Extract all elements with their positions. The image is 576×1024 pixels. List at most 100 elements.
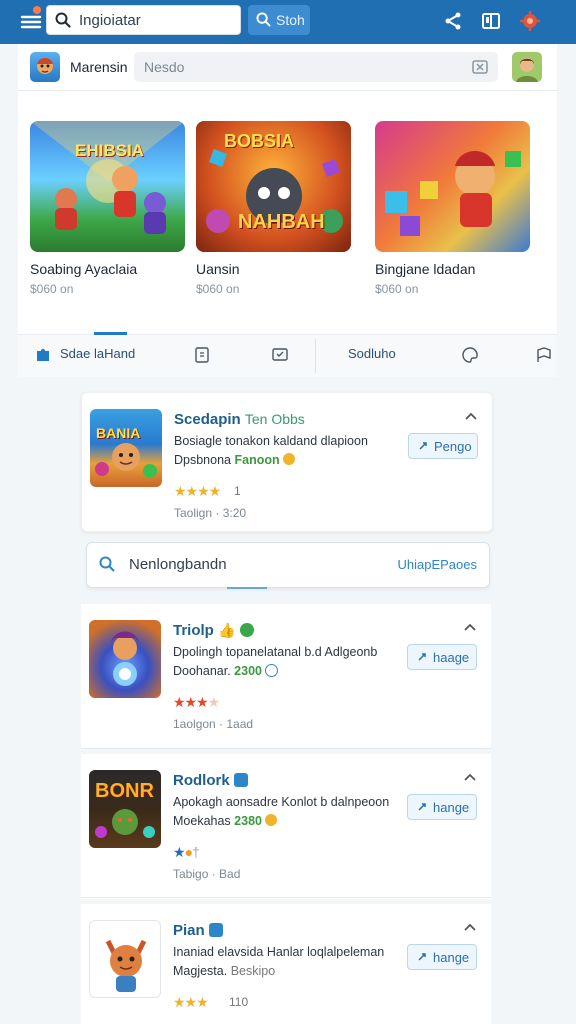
install-button[interactable]: hange [407, 944, 477, 970]
fox-character-icon [105, 939, 147, 992]
badge-icon [208, 923, 223, 937]
inline-search-bar[interactable]: Nenlongbandn UhiapEPaoes [86, 542, 490, 589]
app-card[interactable]: BANIA Scedapin Ten Obbs Bosiagle tonakon… [81, 392, 493, 532]
install-button[interactable]: hange [407, 794, 477, 820]
clear-icon[interactable] [472, 59, 488, 75]
share-icon[interactable] [442, 10, 464, 32]
link-icon [418, 953, 426, 961]
document-icon[interactable] [193, 346, 211, 364]
info-icon [265, 664, 279, 677]
rating-count: 1 [234, 484, 241, 498]
verified-icon [239, 623, 254, 637]
tab-featured[interactable]: Sdae laHand [60, 346, 135, 361]
featured-thumbnail: BOBSIA NAHBAH [196, 121, 351, 252]
search-box[interactable]: Ingioiatar [46, 5, 241, 35]
app-card[interactable]: BONR Rodlork Apokagh aonsadre Konlot b d… [81, 754, 491, 899]
content-sheet: Marensin Nesdo EHIBSIA Soabing Ayaclaia … [18, 44, 557, 1024]
link-icon [418, 653, 426, 661]
filter-field[interactable]: Nesdo [134, 52, 498, 82]
app-card-icon-label: BONR [95, 780, 154, 802]
chevron-up-icon[interactable] [464, 411, 478, 421]
featured-thumbnail: EHIBSIA [30, 121, 185, 252]
app-title: Pian [173, 922, 223, 939]
search-input[interactable]: Ingioiatar [79, 12, 141, 29]
puzzle-icon [37, 349, 49, 361]
app-title: Triolp 👍 [173, 622, 254, 639]
chevron-up-icon[interactable] [463, 622, 477, 632]
rating-star-empty-icon: ★ [207, 694, 221, 710]
app-title-text: Triolp [173, 622, 214, 639]
app-time: Tabigo · Bad [173, 867, 241, 881]
tab-solutions[interactable]: Sodluho [348, 346, 396, 361]
app-meta-label: Doohanar. [173, 664, 231, 678]
app-meta: Dpsbnona Fanoon [174, 453, 296, 467]
app-meta-label: Magjesta. [173, 964, 228, 978]
app-meta-label: Dpsbnona [174, 453, 231, 467]
palette-icon[interactable] [461, 346, 479, 364]
featured-card[interactable]: Bingjane ldadan $060 on [375, 121, 530, 296]
tab-bar: Sdae laHand Sodluho [18, 332, 557, 378]
app-name: Marensin [70, 59, 128, 75]
user-avatar-icon [516, 58, 538, 82]
app-meta-value: 2380 [234, 814, 262, 828]
featured-art-title-top: BOBSIA [224, 131, 295, 151]
coin-icon [265, 814, 278, 826]
featured-title: Uansin [196, 261, 240, 277]
thumbs-up-icon: 👍 [218, 622, 236, 638]
app-meta-value: Beskipo [230, 964, 276, 978]
featured-price: $060 on [375, 282, 419, 296]
rating-icons: ★●† [173, 844, 200, 861]
tab-divider [315, 339, 316, 373]
rating-stars: ★★★★ [173, 694, 221, 711]
install-button[interactable]: haage [407, 644, 477, 670]
chevron-up-icon[interactable] [463, 922, 477, 932]
link-icon [418, 803, 426, 811]
featured-price: $060 on [196, 282, 240, 296]
flag-icon[interactable] [535, 346, 553, 364]
dagger-icon: † [192, 844, 200, 860]
app-meta: Magjesta. Beskipo [173, 964, 275, 978]
app-card-icon [89, 620, 161, 698]
search-underline [227, 587, 267, 589]
inline-search-link[interactable]: UhiapEPaoes [398, 557, 478, 572]
app-description: Apokagh aonsadre Konlot b dalnpeoon [173, 795, 390, 809]
chat-icon[interactable] [271, 346, 289, 364]
app-meta-label: Moekahas [173, 814, 231, 828]
search-icon [99, 556, 115, 572]
game-art-icon [385, 151, 521, 236]
featured-title: Soabing Ayaclaia [30, 261, 138, 277]
badge-icon [233, 773, 248, 787]
featured-card[interactable]: EHIBSIA Soabing Ayaclaia $060 on [30, 121, 185, 296]
app-meta: Doohanar. 2300 [173, 664, 279, 678]
game-character-icon [111, 631, 139, 686]
rating-stars-filled: ★★★ [173, 694, 209, 710]
bookmark-icon[interactable] [480, 10, 502, 32]
search-button[interactable]: Stoh [248, 5, 310, 35]
search-icon [55, 12, 71, 28]
app-meta: Moekahas 2380 [173, 814, 278, 828]
app-tag: Ten Obbs [244, 411, 305, 427]
badge-orange-icon: ● [184, 844, 194, 860]
app-card[interactable]: Triolp 👍 Dpolingh topanelatanal b.d Adlg… [81, 604, 491, 749]
app-card-icon-label: BANIA [96, 425, 141, 441]
app-card[interactable]: Pian Inaniad elavsida Hanlar loqlalpelem… [81, 904, 491, 1024]
search-button-label: Stoh [276, 12, 305, 28]
featured-thumbnail [375, 121, 530, 252]
app-title-text: Scedapin [174, 411, 241, 428]
app-time: Taolign · 3:20 [174, 506, 247, 520]
featured-art-title: EHIBSIA [75, 141, 144, 160]
app-description: Dpolingh topanelatanal b.d Adlgeonb [173, 645, 378, 659]
app-title-text: Pian [173, 922, 205, 939]
filter-input[interactable]: Nesdo [144, 59, 184, 75]
active-tab-indicator [94, 332, 127, 335]
install-button-label: hange [433, 950, 470, 965]
app-logo [30, 52, 60, 82]
inline-search-input[interactable]: Nenlongbandn [129, 556, 227, 573]
chevron-up-icon[interactable] [463, 772, 477, 782]
avatar[interactable] [512, 52, 542, 82]
featured-card[interactable]: BOBSIA NAHBAH Uansin $060 on [196, 121, 351, 296]
install-button[interactable]: Pengo [408, 433, 478, 459]
app-title-text: Rodlork [173, 772, 230, 789]
settings-gear-icon[interactable] [519, 10, 541, 32]
app-card-icon: BANIA [90, 409, 162, 487]
